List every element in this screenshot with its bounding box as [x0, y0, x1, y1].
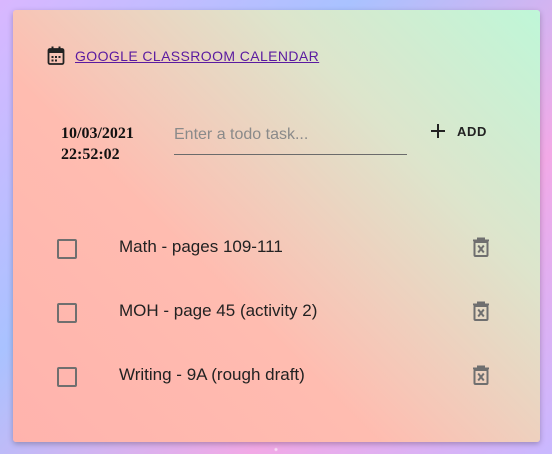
current-time: 22:52:02 — [61, 146, 120, 163]
todo-card: GOOGLE CLASSROOM CALENDAR 10/03/2021 22:… — [13, 10, 540, 442]
todo-input[interactable] — [174, 120, 407, 155]
calendar-icon — [47, 46, 65, 66]
task-row: MOH - page 45 (activity 2) — [13, 293, 540, 333]
current-datetime: 10/03/2021 22:52:02 — [61, 123, 134, 165]
task-label: Writing - 9A (rough draft) — [119, 365, 305, 384]
trash-icon[interactable] — [472, 365, 490, 385]
task-row: Math - pages 109-111 — [13, 229, 540, 269]
classroom-calendar-link[interactable]: GOOGLE CLASSROOM CALENDAR — [47, 46, 319, 66]
task-row: Writing - 9A (rough draft) — [13, 357, 540, 397]
add-button[interactable]: ADD — [431, 120, 487, 142]
current-date: 10/03/2021 — [61, 125, 134, 142]
task-label: Math - pages 109-111 — [119, 237, 283, 256]
task-label: MOH - page 45 (activity 2) — [119, 301, 318, 320]
trash-icon[interactable] — [472, 237, 490, 257]
add-button-label: ADD — [457, 123, 487, 139]
plus-icon — [431, 124, 445, 138]
task-checkbox[interactable] — [57, 239, 77, 259]
classroom-calendar-title[interactable]: GOOGLE CLASSROOM CALENDAR — [75, 48, 319, 64]
task-checkbox[interactable] — [57, 303, 77, 323]
trash-icon[interactable] — [472, 301, 490, 321]
task-checkbox[interactable] — [57, 367, 77, 387]
